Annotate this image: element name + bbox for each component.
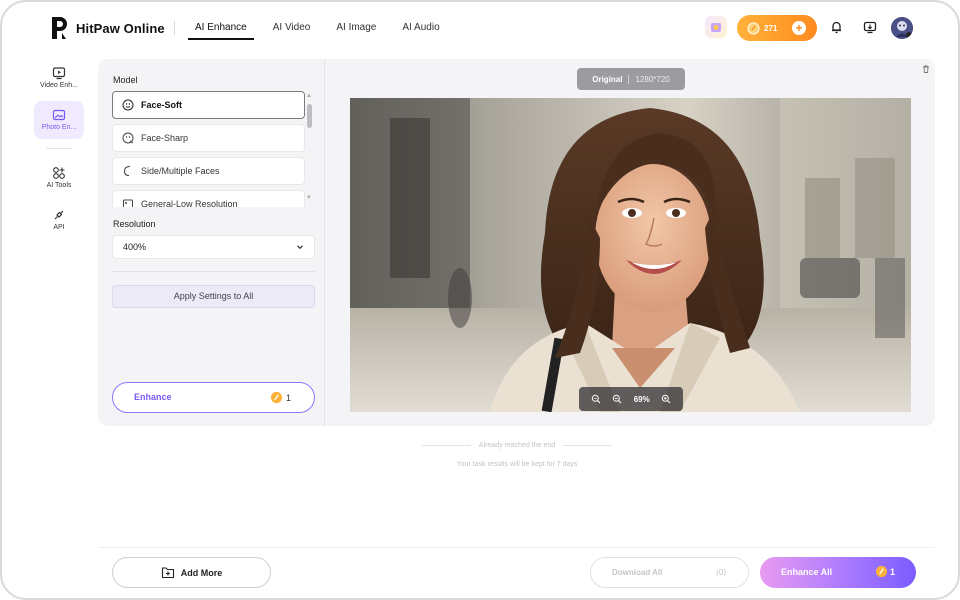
face-sharp-icon — [122, 132, 134, 144]
end-note-text: Already reached the end — [478, 442, 556, 449]
header-divider — [174, 21, 175, 35]
top-nav: AI Enhance AI Video AI Image AI Audio — [188, 20, 459, 40]
face-soft-icon — [122, 99, 134, 111]
resolution-label: Resolution — [113, 219, 156, 229]
model-label: Model — [113, 75, 138, 85]
model-list: Face-Soft Face-Sharp Side/Multiple Faces… — [112, 91, 305, 207]
resolution-select[interactable]: 400% — [112, 235, 315, 259]
sidebar-item-label: Photo En... — [41, 124, 77, 131]
zoom-value: 69% — [633, 394, 650, 404]
enhance-all-label: Enhance All — [781, 567, 833, 577]
sidebar-item-photo-enhancer[interactable]: Photo En... — [34, 101, 84, 139]
hitpaw-logo-icon — [52, 17, 67, 39]
retention-note: Your task results will be kept for 7 day… — [456, 461, 578, 468]
panel-divider — [324, 59, 325, 426]
model-option-label: General-Low Resolution — [141, 199, 238, 207]
divider-line — [563, 445, 612, 446]
add-folder-icon — [161, 567, 174, 579]
add-more-button[interactable]: Add More — [112, 557, 271, 588]
zoom-controls: 69% — [579, 387, 683, 411]
ai-tools-icon — [53, 167, 65, 179]
credits-pill[interactable]: 271 + — [737, 15, 817, 41]
download-app-icon[interactable] — [860, 17, 880, 37]
chevron-down-icon — [297, 245, 303, 250]
general-icon — [123, 199, 133, 207]
enhance-cost: 1 — [270, 391, 291, 404]
enhance-button-label: Enhance — [134, 392, 172, 402]
trash-icon[interactable] — [921, 64, 931, 74]
end-of-list-note: Already reached the end — [422, 442, 612, 449]
portrait-photo — [350, 98, 911, 412]
bell-icon[interactable] — [826, 17, 846, 37]
model-option-label: Face-Sharp — [141, 133, 189, 143]
zoom-in-icon[interactable] — [661, 394, 671, 404]
side-faces-icon — [123, 165, 131, 177]
sidebar-item-label: AI Tools — [46, 182, 72, 189]
app-window: HitPaw Online AI Enhance AI Video AI Ima… — [0, 0, 960, 600]
enhance-cost-value: 1 — [285, 392, 291, 403]
enhance-button[interactable]: Enhance 1 — [112, 382, 315, 413]
model-list-scrollbar[interactable] — [307, 104, 312, 128]
app-name: HitPaw Online — [76, 20, 165, 36]
footer-divider — [98, 547, 935, 548]
model-option-label: Side/Multiple Faces — [141, 166, 220, 176]
sidebar-divider — [46, 148, 72, 149]
coin-icon — [875, 565, 888, 578]
avatar[interactable] — [891, 17, 913, 39]
divider-line — [422, 445, 471, 446]
credit-count: 271 — [764, 23, 778, 33]
original-resolution: 1280*720 — [635, 74, 670, 84]
model-option-face-soft[interactable]: Face-Soft — [112, 91, 305, 119]
model-option-general-low-res[interactable]: General-Low Resolution — [112, 190, 305, 207]
video-enhance-icon — [52, 67, 66, 80]
promo-gift-icon[interactable] — [705, 16, 727, 38]
resolution-value: 400% — [123, 242, 147, 252]
logo[interactable]: HitPaw Online — [50, 15, 165, 41]
coin-icon — [747, 21, 760, 35]
scroll-down-icon[interactable]: ▼ — [306, 195, 312, 201]
scroll-up-icon[interactable]: ▲ — [306, 93, 312, 99]
plus-icon[interactable]: + — [792, 21, 806, 35]
nav-ai-audio[interactable]: AI Audio — [395, 20, 446, 40]
enhance-all-cost-value: 1 — [889, 566, 895, 577]
download-count: (0) — [716, 568, 726, 577]
preview-image[interactable] — [350, 98, 911, 412]
apply-settings-to-all-button[interactable]: Apply Settings to All — [112, 285, 315, 308]
sidebar-item-label: Video Enh... — [39, 82, 78, 89]
add-more-label: Add More — [180, 567, 223, 578]
sidebar-item-video-enhancer[interactable]: Video Enh... — [34, 66, 84, 94]
sidebar-item-ai-tools[interactable]: AI Tools — [34, 166, 84, 194]
nav-ai-video[interactable]: AI Video — [266, 20, 318, 40]
sidebar-item-label: API — [53, 224, 65, 231]
enhance-all-button[interactable]: Enhance All 1 — [760, 557, 916, 588]
enhance-all-cost: 1 — [875, 565, 895, 578]
nav-ai-enhance[interactable]: AI Enhance — [188, 20, 254, 40]
settings-divider — [112, 271, 315, 272]
badge-separator — [628, 74, 630, 84]
original-label: Original — [592, 74, 623, 84]
original-badge[interactable]: Original 1280*720 — [577, 68, 685, 90]
download-all-button[interactable]: Download All (0) — [590, 557, 749, 588]
model-option-label: Face-Soft — [141, 100, 183, 110]
zoom-fit-icon[interactable] — [591, 394, 601, 404]
api-icon — [54, 210, 64, 220]
download-all-label: Download All — [612, 568, 663, 577]
nav-ai-image[interactable]: AI Image — [329, 20, 383, 40]
photo-enhance-icon — [52, 109, 66, 121]
model-option-face-sharp[interactable]: Face-Sharp — [112, 124, 305, 152]
sidebar-item-api[interactable]: API — [34, 208, 84, 234]
coin-icon — [270, 391, 283, 404]
zoom-out-icon[interactable] — [612, 394, 622, 404]
model-option-side-faces[interactable]: Side/Multiple Faces — [112, 157, 305, 185]
